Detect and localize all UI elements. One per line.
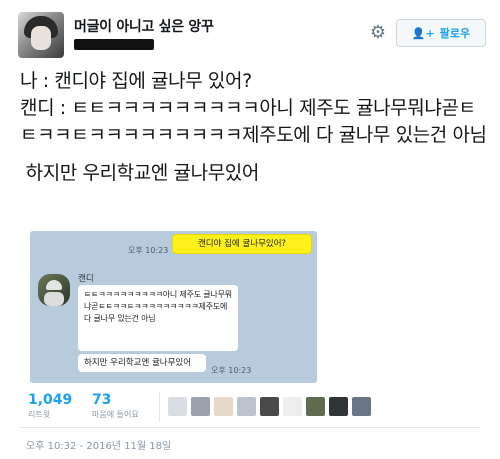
liker-avatar[interactable] (306, 397, 325, 416)
liker-avatar[interactable] (237, 397, 256, 416)
footer-divider (20, 427, 480, 428)
like-count[interactable]: 73 마음에 들어요 (92, 392, 139, 420)
liker-avatars[interactable] (168, 397, 371, 416)
liker-avatar[interactable] (260, 397, 279, 416)
tweet-text: 나 : 캔디야 집에 귤나무 있어? 캔디 : ㅌㅌㅋㅋㅋㅋㅋㅋㅋㅋㅋ아니 제주… (20, 68, 490, 187)
chat-screenshot[interactable]: 오후 10:23 캔디야 집에 귤나무있어? 캔디 ㅌㅌㅋㅋㅋㅋㅋㅋㅋㅋㅋ아니 … (30, 231, 317, 383)
friend-name: 캔디 (78, 274, 94, 284)
liker-avatar[interactable] (352, 397, 371, 416)
friend-message-bubble: 하지만 우리학교엔 귤나무있어 (78, 354, 206, 372)
liker-avatar[interactable] (214, 397, 233, 416)
liker-avatar[interactable] (168, 397, 187, 416)
liker-avatar[interactable] (283, 397, 302, 416)
add-user-icon: 👤+ (411, 26, 435, 40)
retweet-count[interactable]: 1,049 리트윗 (28, 392, 72, 420)
tweet-line: 캔디 : ㅌㅌㅋㅋㅋㅋㅋㅋㅋㅋㅋ아니 제주도 귤나무뭐냐곧ㅌㅌㅋㅋㅌㅋㅋㅋㅋㅋㅋ… (20, 97, 487, 146)
handle-redacted (74, 39, 154, 50)
profile-avatar[interactable] (18, 12, 64, 58)
friend-avatar (38, 274, 70, 306)
message-time: 오후 10:23 (211, 366, 252, 375)
liker-avatar[interactable] (191, 397, 210, 416)
follow-button[interactable]: 👤+ 팔로우 (396, 19, 486, 47)
tweet-timestamp[interactable]: 오후 10:32 - 2016년 11월 18일 (26, 437, 171, 452)
follow-label: 팔로우 (439, 27, 471, 40)
display-name[interactable]: 머글이 아니고 싶은 앙꾸 (74, 16, 214, 36)
avatar-face (31, 26, 51, 50)
friend-message-bubble: ㅌㅌㅋㅋㅋㅋㅋㅋㅋㅋㅋ아니 제주도 귤나무뭐냐곧ㅌㅌㅋㅋㅌㅋㅋㅋㅋㅋㅋㅋㅋㅋ제주… (78, 285, 238, 351)
stats-divider (159, 392, 160, 422)
liker-avatar[interactable] (329, 397, 348, 416)
tweet-line: 나 : 캔디야 집에 귤나무 있어? (20, 70, 252, 92)
gear-icon[interactable]: ⚙ (368, 23, 388, 43)
tweet-line: 하지만 우리학교엔 귤나무있어 (25, 162, 260, 184)
my-message-bubble: 캔디야 집에 귤나무있어? (172, 234, 312, 254)
message-time: 오후 10:23 (128, 246, 169, 255)
